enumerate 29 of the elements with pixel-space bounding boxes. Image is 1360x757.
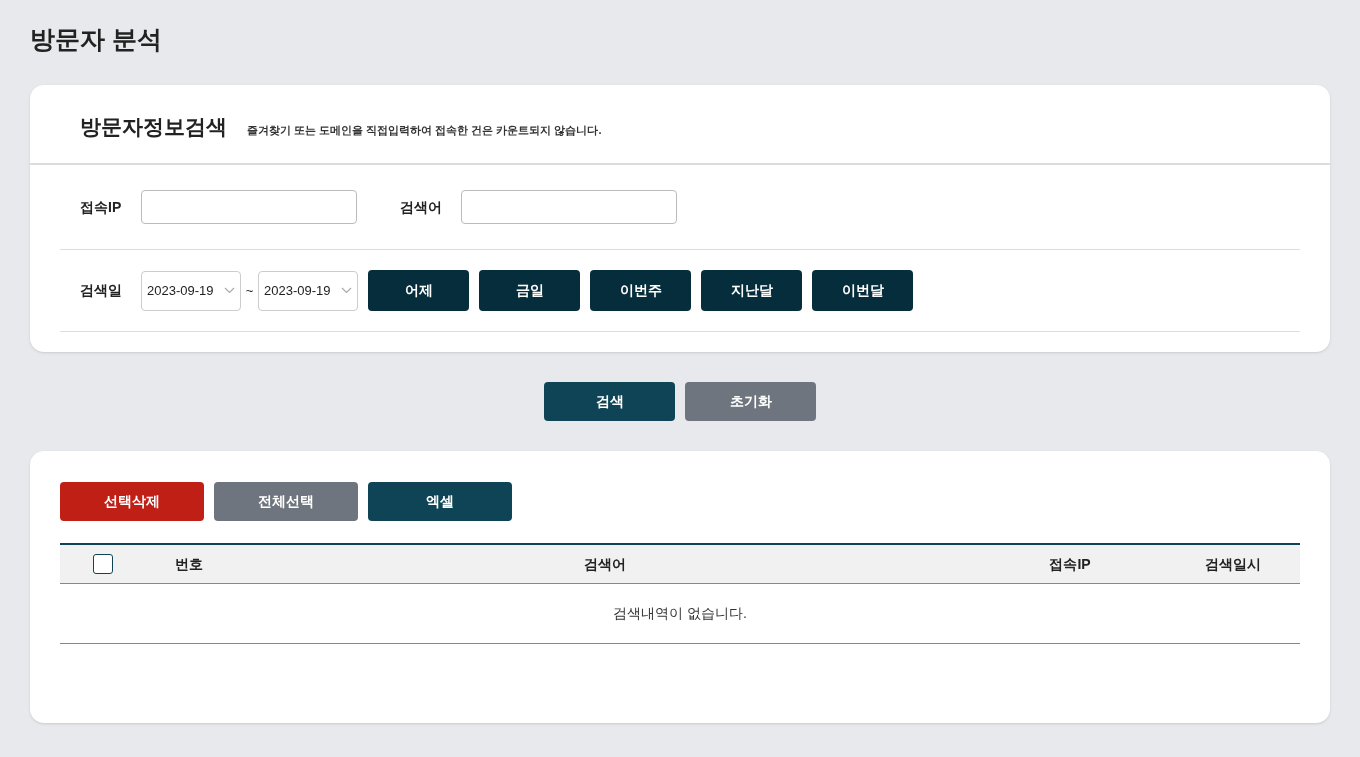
column-header: 검색어 xyxy=(583,554,627,574)
form-button[interactable]: 검색 xyxy=(544,382,675,421)
date-separator: ~ xyxy=(244,281,255,300)
page-title: 방문자 분석 xyxy=(29,24,163,55)
panel-title: 방문자정보검색 xyxy=(80,116,227,137)
form-button[interactable]: 초기화 xyxy=(685,382,816,421)
date-range-button[interactable]: 지난달 xyxy=(701,270,802,311)
field-label: 접속IP xyxy=(79,197,123,217)
column-header: 번호 xyxy=(174,554,204,574)
column-header: 검색일시 xyxy=(1203,554,1262,574)
date-range-button[interactable]: 이번주 xyxy=(590,270,691,311)
list-button[interactable]: 전체선택 xyxy=(214,482,358,521)
date-range-button[interactable]: 금일 xyxy=(479,270,580,311)
field-label: 검색일 xyxy=(79,281,123,300)
list-button[interactable]: 선택삭제 xyxy=(60,482,204,521)
date-select[interactable]: 2023-09-19 xyxy=(141,270,241,311)
select-all-checkbox[interactable] xyxy=(92,554,113,574)
list-button[interactable]: 엑셀 xyxy=(368,482,512,521)
empty-message: 검색내역이 없습니다. xyxy=(613,604,747,623)
chevron-down-icon xyxy=(341,287,352,294)
input-field[interactable] xyxy=(461,190,677,224)
field-label: 검색어 xyxy=(399,197,443,217)
input-field[interactable] xyxy=(141,190,357,224)
date-select[interactable]: 2023-09-19 xyxy=(258,270,358,311)
date-range-button[interactable]: 어제 xyxy=(368,270,469,311)
chevron-down-icon xyxy=(224,287,235,294)
date-range-button[interactable]: 이번달 xyxy=(812,270,913,311)
column-header: 접속IP xyxy=(1048,554,1092,574)
notice-text: 즐겨찾기 또는 도메인을 직접입력하여 접속한 건은 카운트되지 않습니다. xyxy=(247,125,602,137)
